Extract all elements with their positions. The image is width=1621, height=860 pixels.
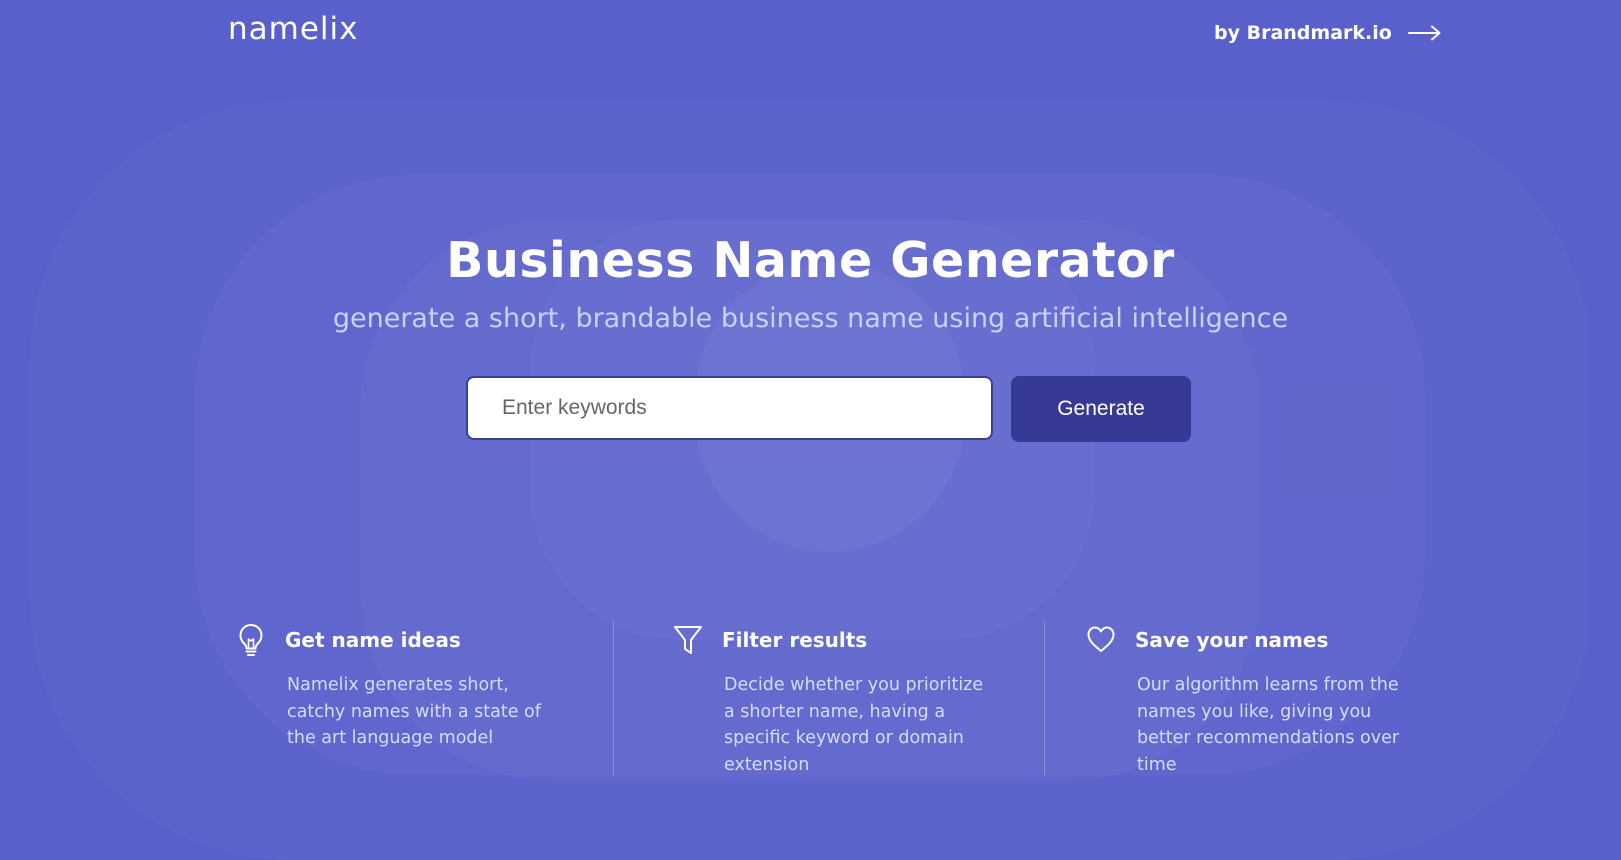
feature-description: Our algorithm learns from the names you …: [1137, 675, 1400, 775]
feature-title: Save your names: [1135, 628, 1329, 652]
feature-divider: [1044, 621, 1045, 776]
feature-title: Get name ideas: [285, 628, 461, 652]
feature-description: Namelix generates short, catchy names wi…: [287, 675, 541, 748]
features-section: Get name ideas Namelix generates short, …: [0, 620, 1621, 780]
generate-button[interactable]: Generate: [1011, 376, 1191, 442]
keyword-search-form: Generate: [466, 376, 1191, 442]
feature-divider: [613, 621, 614, 776]
keywords-input[interactable]: [466, 376, 993, 440]
feature-title: Filter results: [722, 628, 868, 652]
lightbulb-icon: [239, 624, 263, 656]
page-title: Business Name Generator: [446, 232, 1175, 289]
arrow-right-icon: [1407, 25, 1441, 41]
feature-description: Decide whether you prioritize a shorter …: [724, 675, 984, 775]
namelix-logo[interactable]: namelix: [228, 11, 359, 47]
site-header: namelix by Brandmark.io: [0, 0, 1621, 80]
brandmark-link-label: by Brandmark.io: [1214, 22, 1392, 44]
page-subtitle: generate a short, brandable business nam…: [332, 303, 1289, 334]
brandmark-link[interactable]: by Brandmark.io: [1214, 22, 1442, 44]
heart-icon: [1087, 626, 1115, 652]
filter-icon: [674, 626, 702, 654]
